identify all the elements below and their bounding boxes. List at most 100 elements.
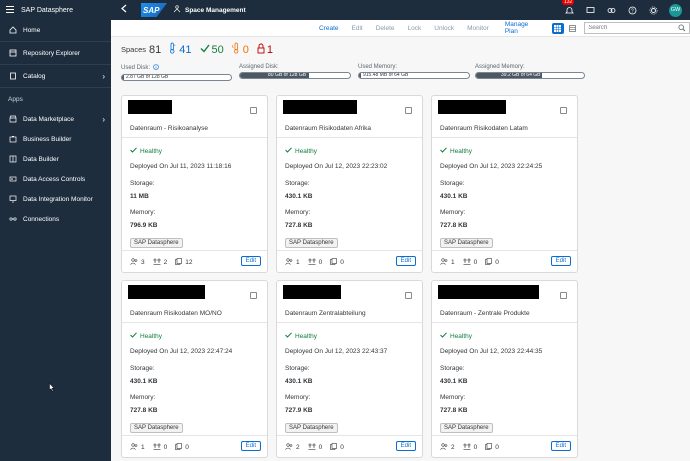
avatar[interactable]: GW	[669, 3, 682, 17]
edit-space-button[interactable]: Edit	[550, 256, 571, 266]
objects-icon	[485, 443, 493, 452]
collaboration-icon[interactable]	[606, 5, 616, 15]
used-disk-bar: 2.87 GB of 128 GB	[121, 74, 232, 81]
resource-usage: Used Disk: 2.87 GB of 128 GB Assigned Di…	[111, 62, 690, 86]
connections-metric: 0	[308, 443, 322, 452]
tile-view-button[interactable]	[551, 22, 564, 34]
storage-label: Storage:	[285, 180, 310, 187]
sidebar-item-data-marketplace[interactable]: Data Marketplace ›	[0, 109, 111, 129]
used-memory-label: Used Memory:	[358, 64, 398, 70]
sidebar-item-connections[interactable]: Connections	[0, 209, 111, 229]
objects-count: 0	[495, 444, 499, 451]
objects-icon	[330, 443, 338, 452]
select-checkbox[interactable]	[560, 292, 567, 299]
divider	[122, 250, 267, 251]
sidebar-item-catalog[interactable]: Catalog ›	[0, 66, 111, 86]
search-icon[interactable]	[678, 24, 686, 34]
sidebar-item-business-builder[interactable]: Business Builder	[0, 129, 111, 149]
edit-space-button[interactable]: Edit	[395, 256, 416, 266]
feedback-icon[interactable]	[585, 5, 595, 15]
manage-plan-button[interactable]: Manage Plan	[505, 21, 542, 35]
monitor-button[interactable]: Monitor	[467, 25, 489, 32]
sidebar-item-home[interactable]: Home	[0, 20, 111, 40]
assigned-memory-value: 39.2 GB of 64 GB	[501, 72, 541, 78]
assigned-disk-value: 80 GB of 128 GB	[268, 72, 307, 78]
lock-button[interactable]: Lock	[408, 25, 422, 32]
health-label: Healthy	[295, 332, 318, 340]
select-checkbox[interactable]	[405, 107, 412, 114]
create-button[interactable]: Create	[319, 25, 339, 32]
locked-count: 1	[266, 43, 274, 56]
space-card[interactable]: Datenraum - Zentrale Produkte Healthy De…	[431, 280, 578, 458]
delete-button[interactable]: Delete	[376, 25, 395, 32]
space-card[interactable]: Datenraum Risikodaten Latam Healthy Depl…	[431, 95, 578, 273]
thermometer-cold-icon: *	[168, 42, 177, 57]
redacted-space-id	[438, 285, 539, 299]
edit-space-button[interactable]: Edit	[240, 441, 261, 451]
health-label: Healthy	[450, 332, 473, 340]
sidebar-item-data-integration-monitor[interactable]: Data Integration Monitor	[0, 189, 111, 209]
memory-label: Memory:	[285, 209, 311, 216]
sidebar-item-label: Connections	[23, 215, 60, 223]
repository-icon	[8, 49, 17, 57]
sidebar-item-repository-explorer[interactable]: Repository Explorer	[0, 43, 111, 63]
mouse-cursor-icon	[49, 382, 55, 394]
users-icon	[130, 258, 138, 267]
assigned-disk-bar: 80 GB of 128 GB	[239, 72, 351, 79]
notifications-icon[interactable]: 132	[562, 0, 575, 15]
settings-icon[interactable]	[648, 5, 658, 15]
space-card[interactable]: Datenraum Risikodaten Afrika Healthy Dep…	[276, 95, 423, 273]
locked-spaces-filter[interactable]: 1	[257, 43, 273, 57]
page-title: Space Management	[173, 5, 246, 15]
memory-value: 727.8 KB	[130, 407, 158, 414]
select-checkbox[interactable]	[250, 107, 257, 114]
critical-spaces-filter[interactable]: 0	[232, 42, 249, 57]
space-management-icon	[173, 5, 181, 15]
healthy-spaces-filter[interactable]: 50	[200, 44, 224, 56]
spaces-label: Spaces	[121, 45, 147, 54]
sidebar-item-data-builder[interactable]: Data Builder	[0, 149, 111, 169]
objects-metric: 0	[330, 443, 344, 452]
sidebar-item-label: Data Access Controls	[23, 175, 86, 183]
menu-icon[interactable]	[6, 5, 15, 15]
grid-icon	[554, 24, 562, 32]
space-metrics: 1 0 0	[130, 443, 197, 452]
search-field[interactable]	[584, 22, 690, 34]
health-label: Healthy	[450, 147, 473, 155]
type-tag: SAP Datasphere	[130, 238, 183, 248]
table-view-button[interactable]	[567, 23, 579, 34]
select-checkbox[interactable]	[405, 292, 412, 299]
info-icon[interactable]	[153, 64, 159, 72]
used-memory: Used Memory: 915.48 MB of 64 GB	[358, 64, 470, 79]
cold-spaces-filter[interactable]: * 41	[168, 42, 192, 57]
objects-metric: 0	[485, 443, 499, 452]
unlock-button[interactable]: Unlock	[434, 25, 454, 32]
search-input[interactable]	[588, 25, 677, 31]
space-card[interactable]: Datenraum Risikodaten MO/NO Healthy Depl…	[121, 280, 268, 458]
select-checkbox[interactable]	[250, 292, 257, 299]
objects-metric: 0	[330, 258, 344, 267]
edit-space-button[interactable]: Edit	[395, 441, 416, 451]
back-icon[interactable]	[121, 4, 135, 16]
sidebar-item-data-access-controls[interactable]: Data Access Controls	[0, 169, 111, 189]
users-icon	[130, 443, 138, 452]
help-icon[interactable]: ?	[627, 5, 637, 15]
edit-space-button[interactable]: Edit	[240, 256, 261, 266]
connections-metric: 0	[463, 258, 477, 267]
space-card[interactable]: Datenraum Zentralabteilung Healthy Deplo…	[276, 280, 423, 458]
select-checkbox[interactable]	[560, 107, 567, 114]
objects-icon	[485, 258, 493, 267]
sidebar-section-apps: Apps	[8, 95, 23, 103]
sidebar-item-label: Data Integration Monitor	[23, 195, 93, 203]
sap-logo[interactable]: SAP	[141, 3, 167, 17]
edit-button[interactable]: Edit	[352, 25, 363, 32]
objects-count: 12	[185, 259, 193, 266]
space-name: Datenraum Zentralabteilung	[285, 310, 366, 317]
memory-label: Memory:	[440, 209, 466, 216]
edit-space-button[interactable]: Edit	[550, 441, 571, 451]
divider	[0, 41, 111, 42]
assigned-disk-label: Assigned Disk:	[239, 64, 279, 70]
lock-icon	[257, 43, 265, 57]
space-card[interactable]: Datenraum - Risikoanalyse Healthy Deploy…	[121, 95, 268, 273]
objects-count: 0	[185, 444, 189, 451]
